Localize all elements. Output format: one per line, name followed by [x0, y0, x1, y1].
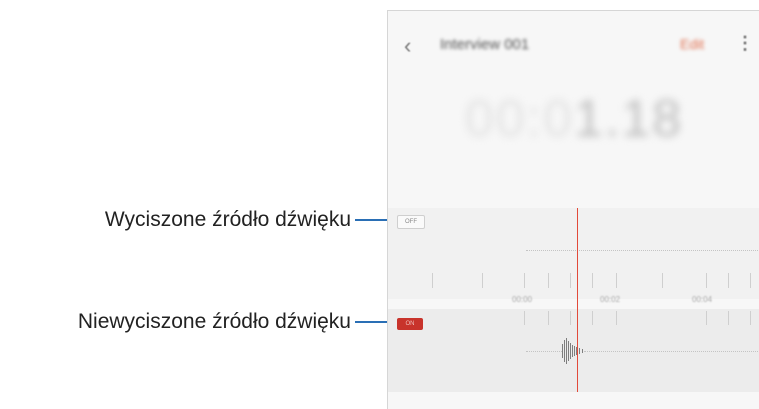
- timeline-tick: [706, 273, 707, 288]
- edit-button[interactable]: Edit: [680, 36, 704, 52]
- elapsed-time-value: 1.18: [574, 90, 684, 148]
- app-bar: ‹ Interview 001 Edit ⋮: [388, 11, 759, 81]
- timeline-label: 00:00: [512, 295, 533, 304]
- voice-recorder-screen: ‹ Interview 001 Edit ⋮ 00:01.18 OFF 00:0…: [387, 10, 759, 409]
- elapsed-time: 00:01.18: [388, 89, 759, 149]
- timeline-tick: [570, 311, 571, 325]
- timeline-tick: [548, 273, 549, 288]
- timeline-tick: [570, 273, 571, 288]
- timeline-tick: [728, 273, 729, 288]
- timeline-tick: [592, 311, 593, 325]
- timeline-tick: [616, 273, 617, 288]
- timeline-tick: [750, 311, 751, 325]
- timeline-tick: [548, 311, 549, 325]
- mute-toggle-on[interactable]: ON: [397, 318, 423, 330]
- timeline-tick: [728, 311, 729, 325]
- unmuted-source-label: Niewyciszone źródło dźwięku: [77, 310, 351, 333]
- timeline-tick: [524, 311, 525, 325]
- muted-source-label: Wyciszone źródło dźwięku: [104, 208, 351, 231]
- timeline-label: 00:02: [600, 295, 621, 304]
- timeline-label: 00:04: [692, 295, 713, 304]
- muted-track-waveform: [526, 250, 759, 251]
- timeline-tick: [706, 311, 707, 325]
- unmuted-track-waveform: [584, 351, 759, 352]
- timeline-tick: [482, 273, 483, 288]
- back-icon[interactable]: ‹: [404, 33, 411, 59]
- mute-toggle-off[interactable]: OFF: [397, 215, 425, 229]
- more-options-icon[interactable]: ⋮: [736, 33, 754, 54]
- timeline-tick: [432, 273, 433, 288]
- timeline-tick: [750, 273, 751, 288]
- timeline-tick: [662, 273, 663, 288]
- recording-title: Interview 001: [440, 36, 530, 53]
- timeline-tick: [524, 273, 525, 288]
- timeline-tick: [616, 311, 617, 325]
- timeline-tick: [592, 273, 593, 288]
- elapsed-time-prefix: 00:0: [464, 90, 574, 148]
- unmuted-track-waveform: [526, 351, 562, 352]
- playhead[interactable]: [577, 208, 578, 392]
- muted-track[interactable]: [388, 208, 759, 299]
